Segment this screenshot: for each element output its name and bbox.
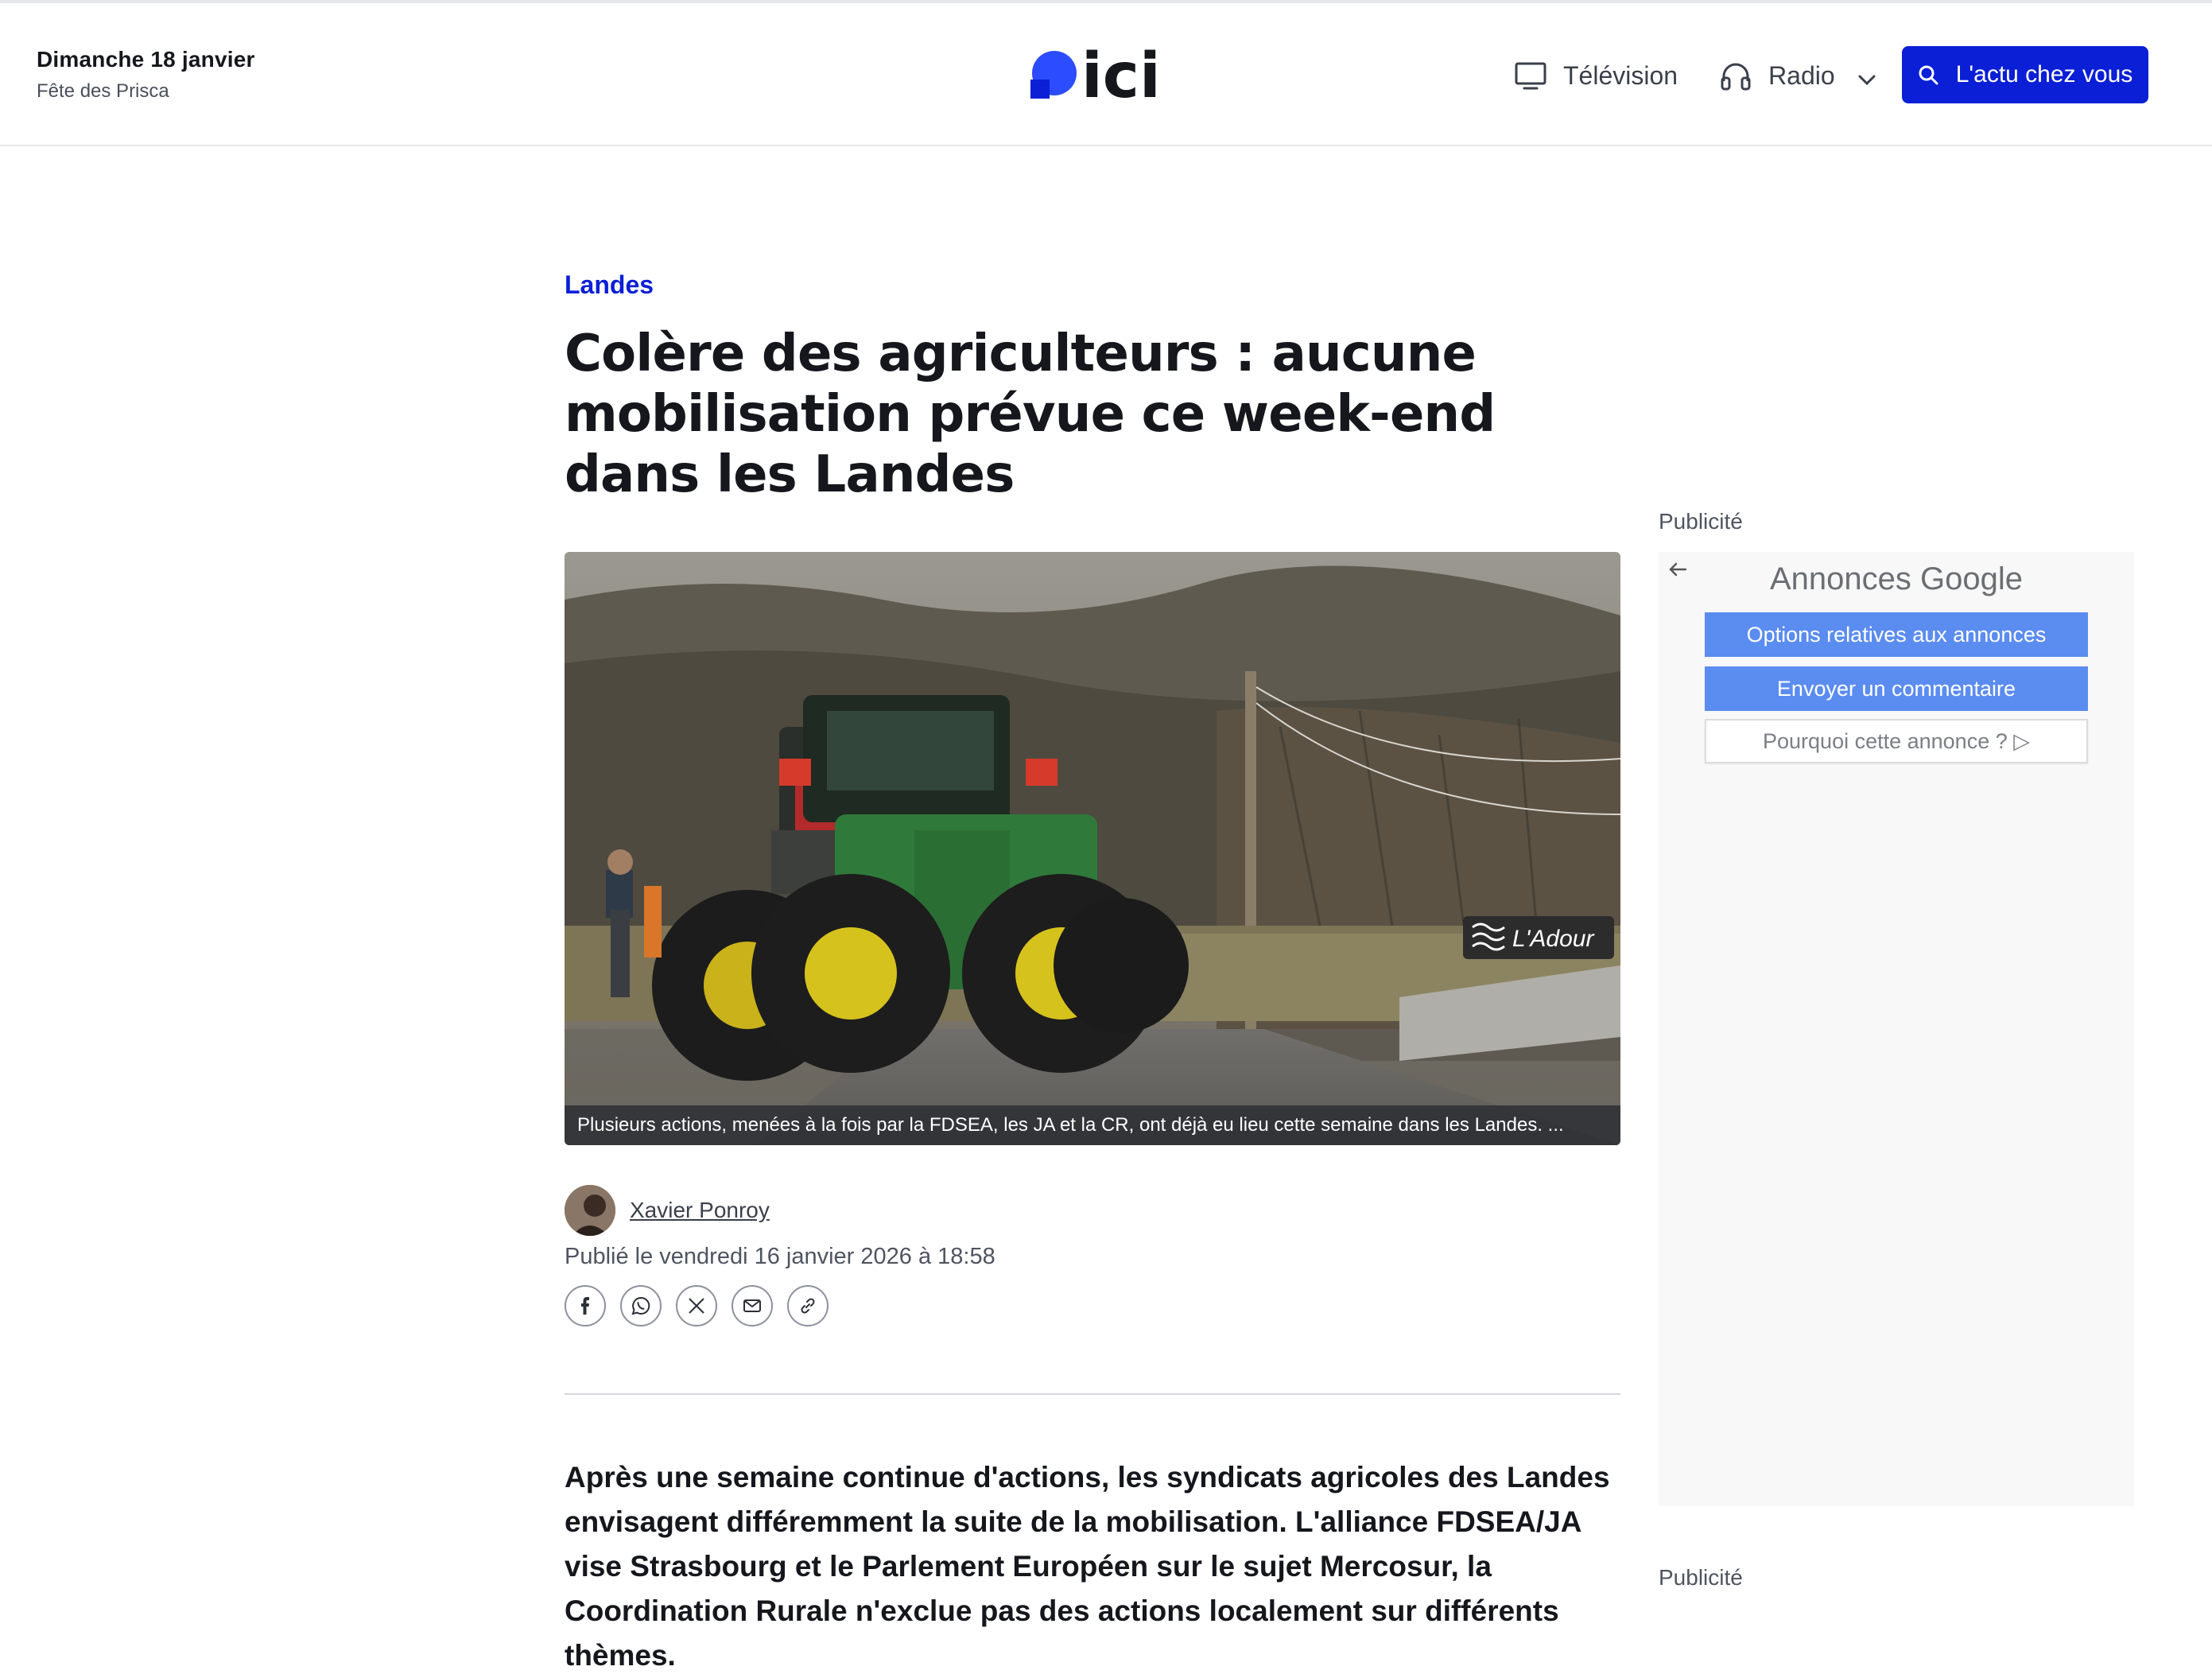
- current-date: Dimanche 18 janvier: [37, 47, 255, 72]
- published-date: Publié le vendredi 16 janvier 2026 à 18:…: [565, 1244, 995, 1269]
- share-facebook-button[interactable]: [565, 1285, 606, 1326]
- logo-text: ici: [1081, 41, 1161, 105]
- adour-sign-text: L'Adour: [1512, 926, 1594, 952]
- article-photo: L'Adour Plusieurs actions, menées à la f…: [565, 552, 1620, 1145]
- share-email-button[interactable]: [732, 1285, 773, 1326]
- copy-link-button[interactable]: [787, 1285, 829, 1326]
- ici-logo[interactable]: ici: [1030, 41, 1166, 105]
- article-category[interactable]: Landes: [565, 270, 1620, 300]
- ad-label-top: Publicité: [1659, 509, 1743, 534]
- date-block: Dimanche 18 janvier Fête des Prisca: [37, 47, 255, 103]
- saint-of-day: Fête des Prisca: [37, 80, 169, 102]
- headphones-icon: [1719, 59, 1752, 92]
- article-title: Colère des agriculteurs : aucune mobilis…: [565, 324, 1496, 504]
- author-avatar: [565, 1185, 615, 1236]
- ad-title-prefix: Annonces: [1769, 561, 1911, 596]
- google-wordmark: Google: [1920, 561, 2024, 596]
- article-lead: Après une semaine continue d'actions, le…: [565, 1461, 1610, 1672]
- nav-radio-label: Radio: [1768, 60, 1835, 90]
- site-header: Dimanche 18 janvier Fête des Prisca ici …: [0, 3, 2212, 146]
- email-icon: [743, 1299, 761, 1312]
- whatsapp-icon: [631, 1296, 650, 1315]
- ad-why-button[interactable]: Pourquoi cette annonce ? ▷: [1705, 719, 2088, 763]
- article: Landes Colère des agriculteurs : aucune …: [565, 270, 1620, 1672]
- nav-television[interactable]: Télévision: [1514, 59, 1678, 92]
- author-link[interactable]: Xavier Ponroy: [630, 1198, 770, 1223]
- ad-slot: Annonces Google Options relatives aux an…: [1659, 552, 2134, 1506]
- x-icon: [689, 1298, 704, 1314]
- nav-television-label: Télévision: [1563, 60, 1678, 90]
- ad-feedback-button[interactable]: Envoyer un commentaire: [1705, 666, 2088, 711]
- local-news-button[interactable]: L'actu chez vous: [1902, 46, 2148, 103]
- link-icon: [801, 1298, 815, 1314]
- facebook-icon: [581, 1297, 589, 1315]
- main-nav: Télévision Radio: [1514, 46, 1876, 105]
- search-icon: [1918, 64, 1938, 85]
- photo-caption: Plusieurs actions, menées à la fois par …: [565, 1105, 1620, 1145]
- tv-icon: [1514, 59, 1547, 92]
- ad-title: Annonces Google: [1659, 561, 2134, 597]
- local-news-label: L'actu chez vous: [1955, 61, 2133, 87]
- nav-radio[interactable]: Radio: [1719, 59, 1876, 92]
- share-x-button[interactable]: [676, 1285, 717, 1326]
- share-whatsapp-button[interactable]: [620, 1285, 662, 1326]
- share-bar: [565, 1285, 843, 1326]
- tractor-photo-illustration: L'Adour: [565, 552, 1620, 1145]
- chevron-down-icon[interactable]: [1857, 66, 1876, 86]
- adour-sign: L'Adour: [1463, 916, 1614, 959]
- author-block: Xavier Ponroy: [565, 1185, 770, 1236]
- content-divider: [565, 1393, 1620, 1395]
- ad-options-button[interactable]: Options relatives aux annonces: [1705, 612, 2088, 657]
- ad-label-bottom: Publicité: [1659, 1565, 1743, 1590]
